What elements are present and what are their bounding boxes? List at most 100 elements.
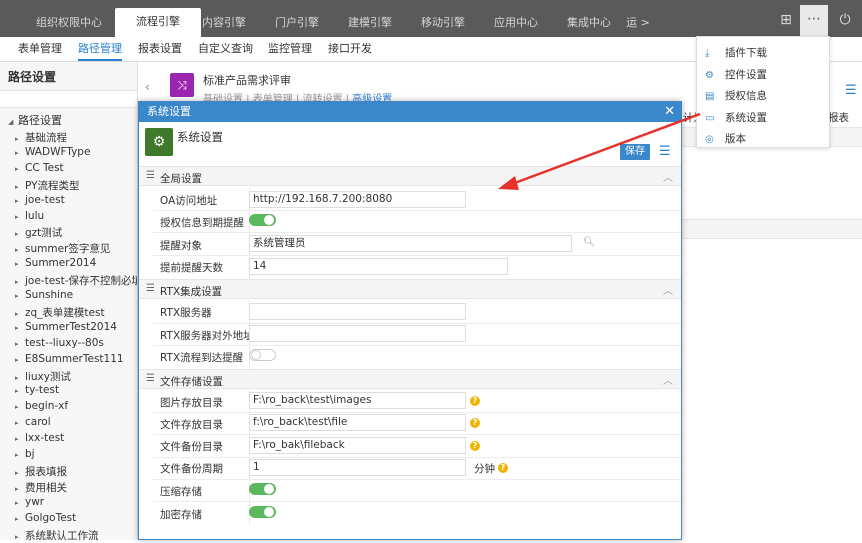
expand-icon[interactable]: ▸ (15, 515, 25, 523)
oa-url-input[interactable]: http://192.168.7.200:8080 (249, 191, 466, 208)
backup-dir-input[interactable]: F:\ro_bak\fileback (249, 437, 466, 454)
tree-item[interactable]: ▸ CC Test (15, 162, 137, 174)
menu-item-system-settings[interactable]: ▭ 系统设置 (705, 110, 767, 125)
tree-item[interactable]: ▸ carol (15, 416, 137, 428)
tree-item[interactable]: ▸ 报表填报 (15, 464, 137, 479)
tree-item[interactable]: ▸ ywr (15, 496, 137, 508)
expand-icon[interactable]: ▸ (15, 324, 25, 332)
help-icon[interactable]: ? (470, 441, 480, 451)
rtx-external-input[interactable] (249, 325, 466, 342)
tree-item[interactable]: ▸ E8SummerTest111 (15, 353, 137, 365)
tree-item[interactable]: ▸ lxx-test (15, 432, 137, 444)
tree-item[interactable]: ▸ 费用相关 (15, 480, 137, 495)
expand-icon[interactable]: ▸ (15, 230, 25, 238)
tree-item[interactable]: ▸ WADWFType (15, 146, 137, 158)
rtx-flow-toggle[interactable] (249, 349, 276, 361)
tree-item[interactable]: ▸ ty-test (15, 384, 137, 396)
subnav-form[interactable]: 表单管理 (18, 37, 62, 61)
tree-item[interactable]: ▸ liuxy测试 (15, 369, 137, 384)
compress-toggle[interactable] (249, 483, 276, 495)
expand-icon[interactable]: ▸ (15, 374, 25, 382)
list-icon[interactable]: ☰ (659, 144, 671, 160)
expire-remind-toggle[interactable] (249, 214, 276, 226)
tree-item[interactable]: ▸ Summer2014 (15, 257, 137, 269)
top-tab-more[interactable]: 运 > (608, 9, 668, 37)
tree-item[interactable]: ▸ 基础流程 (15, 130, 137, 145)
expand-icon[interactable]: ▸ (15, 499, 25, 507)
tree-item[interactable]: ▸ 系统默认工作流 (15, 528, 137, 543)
bg-list-icon[interactable]: ☰ (845, 83, 857, 98)
expand-icon[interactable]: ▸ (15, 533, 25, 541)
menu-item-license[interactable]: ▤ 授权信息 (705, 88, 767, 103)
expand-icon[interactable]: ▸ (15, 469, 25, 477)
tree-item[interactable]: ▸ gzt测试 (15, 225, 137, 240)
remind-days-input[interactable]: 14 (249, 258, 508, 275)
chevron-up-icon[interactable]: ︿ (663, 169, 673, 184)
tree-item[interactable]: ▸ Sunshine (15, 289, 137, 301)
image-dir-input[interactable]: F:\ro_back\test\images (249, 392, 466, 409)
menu-item-control-settings[interactable]: ⚙ 控件设置 (705, 67, 767, 82)
expand-icon[interactable]: ▸ (15, 435, 25, 443)
expand-icon[interactable]: ▸ (15, 197, 25, 205)
close-icon[interactable]: ✕ (664, 102, 675, 122)
subnav-custom-query[interactable]: 自定义查询 (198, 37, 253, 61)
tree-item[interactable]: ▸ SummerTest2014 (15, 321, 137, 333)
tree-item[interactable]: ▸ zq_表单建模test (15, 305, 137, 320)
expand-icon[interactable]: ▸ (15, 278, 25, 286)
section-storage[interactable]: ☰ 文件存储设置 ︿ (139, 369, 681, 389)
more-dots-icon[interactable]: ⋯ (800, 5, 828, 37)
top-tab-org[interactable]: 组织权限中心 (26, 9, 112, 37)
help-icon[interactable]: ? (498, 463, 508, 473)
chevron-up-icon[interactable]: ︿ (663, 282, 673, 297)
subnav-report[interactable]: 报表设置 (138, 37, 182, 61)
menu-item-plugin-download[interactable]: ⤓ 插件下载 (705, 45, 767, 60)
tree-item[interactable]: ▸ PY流程类型 (15, 178, 137, 193)
tree-item[interactable]: ▸ joe-test-保存不控制必填 (15, 273, 137, 288)
expand-icon[interactable]: ▸ (15, 387, 25, 395)
help-icon[interactable]: ? (470, 396, 480, 406)
tree-item[interactable]: ▸ begin-xf (15, 400, 137, 412)
tree-item[interactable]: ▸ GolgoTest (15, 512, 137, 524)
remind-object-input[interactable]: 系统管理员 (249, 235, 572, 252)
tree-root[interactable]: ◢ 路径设置 (8, 112, 62, 128)
help-icon[interactable]: ? (470, 418, 480, 428)
search-icon[interactable]: 🔍︎ (583, 237, 596, 248)
expand-icon[interactable]: ▸ (15, 135, 25, 143)
rtx-server-input[interactable] (249, 303, 466, 320)
expand-icon[interactable]: ▸ (15, 246, 25, 254)
section-rtx[interactable]: ☰ RTX集成设置 ︿ (139, 279, 681, 299)
expand-icon[interactable]: ▸ (15, 183, 25, 191)
tree-item[interactable]: ▸ joe-test (15, 194, 137, 206)
expand-icon[interactable]: ▸ (15, 403, 25, 411)
encrypt-toggle[interactable] (249, 506, 276, 518)
power-icon[interactable]: ⏻ (831, 6, 859, 34)
grid-icon[interactable]: ⊞ (772, 6, 800, 34)
expand-icon[interactable]: ▸ (15, 213, 25, 221)
expand-icon[interactable]: ▸ (15, 165, 25, 173)
menu-item-version[interactable]: ◎ 版本 (705, 131, 746, 146)
expand-icon[interactable]: ◢ (8, 118, 18, 126)
expand-icon[interactable]: ▸ (15, 310, 25, 318)
tree-item[interactable]: ▸ summer签字意见 (15, 241, 137, 256)
save-button[interactable]: 保存 (620, 144, 650, 160)
tree-item[interactable]: ▸ bj (15, 448, 137, 460)
expand-icon[interactable]: ▸ (15, 356, 25, 364)
sidebar-search-input[interactable] (0, 90, 137, 108)
backup-period-input[interactable]: 1 (249, 459, 466, 476)
subnav-api[interactable]: 接口开发 (328, 37, 372, 61)
expand-icon[interactable]: ▸ (15, 149, 25, 157)
subnav-path[interactable]: 路径管理 (78, 37, 122, 61)
expand-icon[interactable]: ▸ (15, 292, 25, 300)
chevron-left-icon[interactable]: ‹ (145, 80, 150, 94)
file-dir-input[interactable]: f:\ro_back\test\file (249, 414, 466, 431)
tree-item[interactable]: ▸ lulu (15, 210, 137, 222)
chevron-up-icon[interactable]: ︿ (663, 372, 673, 387)
expand-icon[interactable]: ▸ (15, 419, 25, 427)
expand-icon[interactable]: ▸ (15, 340, 25, 348)
subnav-monitor[interactable]: 监控管理 (268, 37, 312, 61)
expand-icon[interactable]: ▸ (15, 485, 25, 493)
expand-icon[interactable]: ▸ (15, 451, 25, 459)
expand-icon[interactable]: ▸ (15, 260, 25, 268)
tree-item[interactable]: ▸ test--liuxy--80s (15, 337, 137, 349)
section-global[interactable]: ☰ 全局设置 ︿ (139, 166, 681, 186)
